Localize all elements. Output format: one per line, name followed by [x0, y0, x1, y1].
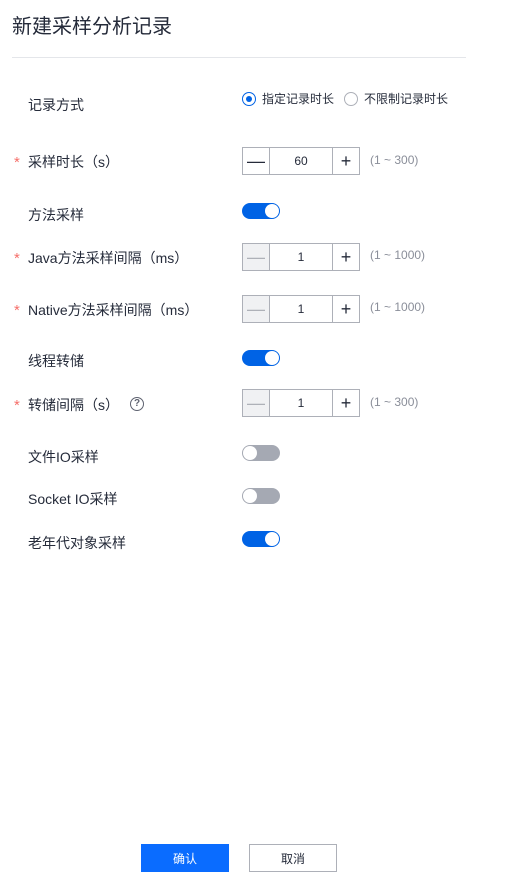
title-divider: [12, 57, 466, 58]
radio-checked-icon[interactable]: [242, 91, 256, 106]
toggle-knob: [265, 532, 279, 546]
native-interval-decrement-button[interactable]: —: [243, 296, 270, 322]
record-mode-radio-group: 指定记录时长 不限制记录时长: [242, 90, 458, 107]
required-marker: *: [14, 397, 20, 414]
dump-interval-input[interactable]: 1: [270, 390, 332, 416]
java-interval-label: Java方法采样间隔（ms）: [28, 250, 189, 266]
old-gen-label: 老年代对象采样: [28, 535, 126, 551]
dump-interval-range: (1 ~ 300): [370, 395, 419, 409]
socket-io-toggle[interactable]: [242, 488, 280, 504]
native-interval-stepper: — 1 +: [242, 295, 360, 323]
toggle-knob: [243, 489, 257, 503]
sample-duration-stepper: — 60 +: [242, 147, 360, 175]
required-marker: *: [14, 302, 20, 319]
confirm-button[interactable]: 确认: [141, 844, 229, 872]
old-gen-toggle[interactable]: [242, 531, 280, 547]
method-sampling-label: 方法采样: [28, 207, 84, 223]
help-icon[interactable]: ?: [130, 397, 144, 411]
java-interval-stepper: — 1 +: [242, 243, 360, 271]
radio-unlimited-duration[interactable]: 不限制记录时长: [344, 90, 448, 107]
required-marker: *: [14, 154, 20, 171]
thread-dump-toggle[interactable]: [242, 350, 280, 366]
native-interval-increment-button[interactable]: +: [332, 296, 359, 322]
toggle-knob: [265, 351, 279, 365]
toggle-knob: [265, 204, 279, 218]
radio-unchecked-icon[interactable]: [344, 91, 359, 106]
socket-io-label: Socket IO采样: [28, 491, 118, 507]
sample-duration-increment-button[interactable]: +: [332, 148, 359, 174]
sample-duration-decrement-button[interactable]: —: [243, 148, 270, 174]
dump-interval-increment-button[interactable]: +: [332, 390, 359, 416]
dump-interval-stepper: — 1 +: [242, 389, 360, 417]
sample-duration-range: (1 ~ 300): [370, 153, 419, 167]
radio-unlimited-duration-label: 不限制记录时长: [364, 92, 449, 106]
java-interval-range: (1 ~ 1000): [370, 248, 426, 262]
java-interval-input[interactable]: 1: [270, 244, 332, 270]
thread-dump-label: 线程转储: [28, 353, 84, 369]
page-title: 新建采样分析记录: [12, 16, 172, 38]
native-interval-label: Native方法采样间隔（ms）: [28, 302, 199, 318]
cancel-button[interactable]: 取消: [249, 844, 337, 872]
file-io-toggle[interactable]: [242, 445, 280, 461]
java-interval-increment-button[interactable]: +: [332, 244, 359, 270]
toggle-knob: [243, 446, 257, 460]
record-mode-label: 记录方式: [28, 97, 84, 113]
java-interval-decrement-button[interactable]: —: [243, 244, 270, 270]
sample-duration-label: 采样时长（s）: [28, 154, 119, 170]
radio-fixed-duration[interactable]: 指定记录时长: [242, 90, 334, 107]
dump-interval-label: 转储间隔（s）: [28, 397, 119, 413]
radio-fixed-duration-label: 指定记录时长: [262, 92, 335, 106]
required-marker: *: [14, 250, 20, 267]
dump-interval-decrement-button[interactable]: —: [243, 390, 270, 416]
native-interval-input[interactable]: 1: [270, 296, 332, 322]
file-io-label: 文件IO采样: [28, 449, 99, 465]
native-interval-range: (1 ~ 1000): [370, 300, 426, 314]
sample-duration-input[interactable]: 60: [270, 148, 332, 174]
method-sampling-toggle[interactable]: [242, 203, 280, 219]
